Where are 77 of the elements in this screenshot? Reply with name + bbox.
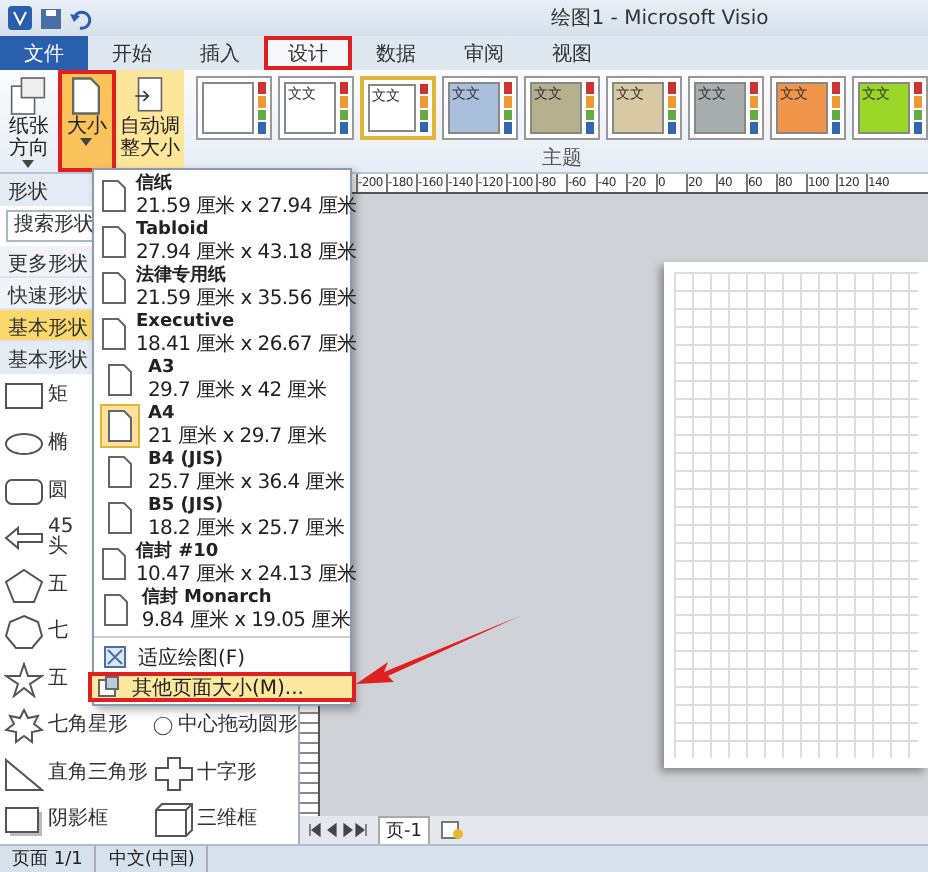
save-icon[interactable] [40, 7, 62, 29]
size-name: 法律专用纸 [136, 265, 228, 287]
shape-label: 阴影框 [48, 810, 108, 831]
group-label: 主题 [542, 145, 582, 172]
page-icon [102, 317, 126, 349]
ribbon-button[interactable]: 自动调整大小 [115, 70, 184, 172]
page-icon [104, 593, 129, 625]
size-name: B4 (JIS) [148, 449, 226, 471]
page-icon [102, 179, 126, 211]
size-name: B5 (JIS) [148, 495, 226, 517]
shape-label: 直角三角形 [48, 763, 148, 784]
theme-thumbnail[interactable] [196, 76, 272, 140]
size-name: 信纸 [136, 173, 174, 195]
size-dimensions: 21.59 厘米 x 35.56 厘米 [136, 287, 357, 309]
shape-label: 五 [48, 669, 70, 690]
shape-label: 椭 [48, 434, 70, 455]
caret-icon [22, 160, 35, 168]
window-title: 绘图1 - Microsoft Visio [549, 6, 769, 32]
page-icon [102, 225, 126, 257]
page-icon [102, 271, 126, 303]
ribbon-tab[interactable]: 插入 [176, 36, 264, 70]
menu-command[interactable]: 其他页面大小(M)... [88, 672, 356, 702]
ribbon-tab[interactable]: 视图 [528, 36, 616, 70]
status-text: 页面 1/1 [0, 846, 97, 872]
page-icon [108, 455, 132, 487]
insert-page-icon[interactable] [439, 820, 464, 840]
ribbon-button[interactable]: 大小 [57, 70, 116, 172]
page-icon [72, 76, 101, 116]
page-icon [102, 547, 126, 579]
cross-shape-icon [153, 755, 193, 792]
ribbon-tab[interactable]: 设计 [264, 36, 352, 70]
fit-icon [104, 646, 126, 668]
size-dimensions: 18.2 厘米 x 25.7 厘米 [148, 517, 345, 539]
size-name: Tabloid [136, 219, 211, 241]
status-text: 中文(中国) [96, 846, 209, 872]
page-navigation-icon[interactable] [308, 822, 368, 838]
size-dimensions: 9.84 厘米 x 19.05 厘米 [141, 609, 350, 631]
ribbon-button[interactable]: 纸张方向 [0, 70, 58, 172]
size-name: 信封 #10 [136, 541, 221, 563]
shape-label: 45 头 [48, 518, 76, 559]
page-tab[interactable]: 页-1 [378, 815, 430, 845]
ribbon-tab[interactable]: 审阅 [440, 36, 528, 70]
size-name: A4 [148, 403, 177, 425]
shape-label: 五 [48, 575, 70, 596]
page-icon [108, 409, 132, 441]
menu-command[interactable]: 适应绘图(F) [94, 642, 350, 672]
size-name: A3 [148, 357, 177, 379]
shape-label: 矩 [48, 386, 70, 407]
page-size-item[interactable]: A4 21 厘米 x 29.7 厘米 [94, 402, 350, 448]
ribbon-tab[interactable]: 开始 [88, 36, 176, 70]
shape-label: 圆 [48, 481, 70, 502]
page-size-item[interactable]: B5 (JIS) 18.2 厘米 x 25.7 厘米 [94, 494, 350, 540]
page-icon [108, 501, 132, 533]
caret-icon [80, 138, 93, 146]
size-name: Executive [136, 311, 237, 333]
ribbon-tab[interactable]: 文件 [0, 36, 88, 70]
size-dimensions: 29.7 厘米 x 42 厘米 [148, 379, 327, 401]
shape-label: 十字形 [197, 763, 257, 784]
size-name: 信封 Monarch [141, 587, 274, 609]
size-dimensions: 10.47 厘米 x 24.13 厘米 [136, 563, 357, 585]
size-dimensions: 27.94 厘米 x 43.18 厘米 [136, 241, 357, 263]
shape-label: 七角星形 [48, 716, 128, 737]
app-icon [8, 6, 32, 30]
page-resize-icon [131, 76, 168, 116]
shape-label: 七 [48, 622, 70, 643]
shape-label: 三维框 [197, 810, 257, 831]
undo-icon[interactable] [70, 7, 92, 29]
page-orientation-icon [10, 76, 47, 116]
shape-label: 中心拖动圆形 [178, 716, 298, 737]
ribbon-tab[interactable]: 数据 [352, 36, 440, 70]
page-icon [108, 363, 132, 395]
page-size-item[interactable]: 信封 Monarch 9.84 厘米 x 19.05 厘米 [94, 586, 350, 632]
page-size-item[interactable]: B4 (JIS) 25.7 厘米 x 36.4 厘米 [94, 448, 350, 494]
page-setup-icon [98, 676, 120, 698]
size-dimensions: 25.7 厘米 x 36.4 厘米 [148, 471, 345, 493]
size-dimensions: 21 厘米 x 29.7 厘米 [148, 425, 327, 447]
box3d-shape-icon [153, 802, 193, 839]
